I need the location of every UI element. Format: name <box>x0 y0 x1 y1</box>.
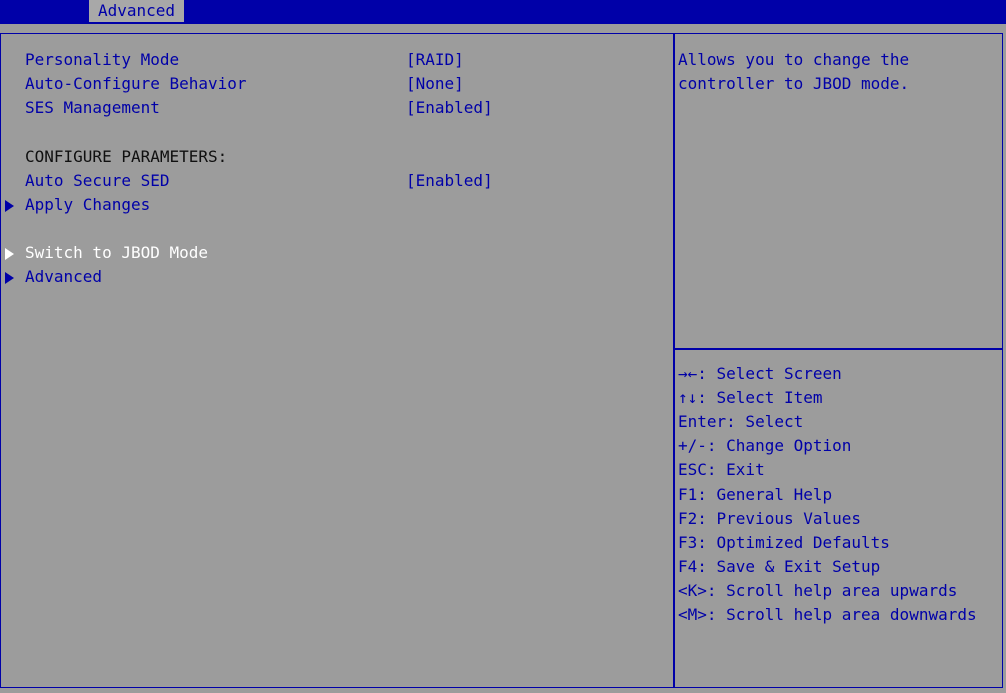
key-help-f3: F3: Optimized Defaults <box>678 533 890 552</box>
auto-configure-behavior-value[interactable]: [None] <box>406 72 464 96</box>
advanced-item[interactable]: Advanced <box>0 265 400 289</box>
key-help-esc: ESC: Exit <box>678 460 765 479</box>
apply-changes-label: Apply Changes <box>25 195 151 214</box>
key-help-f1: F1: General Help <box>678 485 833 504</box>
triangle-right-icon <box>5 200 14 212</box>
advanced-label: Advanced <box>25 267 103 286</box>
ses-management-label[interactable]: SES Management <box>25 96 160 120</box>
key-help-f4: F4: Save & Exit Setup <box>678 557 881 576</box>
configure-parameters-heading: CONFIGURE PARAMETERS: <box>25 147 228 166</box>
help-text-line: Allows you to change the <box>678 50 910 69</box>
key-help-select-screen: →←: Select Screen <box>678 364 842 383</box>
help-text-line: controller to JBOD mode. <box>678 74 910 93</box>
ses-management-value[interactable]: [Enabled] <box>406 96 493 120</box>
triangle-right-icon <box>5 272 14 284</box>
personality-mode-label[interactable]: Personality Mode <box>25 48 179 72</box>
key-help-change-option: +/-: Change Option <box>678 436 852 455</box>
help-divider <box>675 348 1003 350</box>
key-help-enter: Enter: Select <box>678 412 804 431</box>
triangle-right-icon <box>5 248 14 260</box>
top-bar: Advanced <box>0 0 1006 24</box>
auto-configure-behavior-label[interactable]: Auto-Configure Behavior <box>25 72 247 96</box>
apply-changes-item[interactable]: Apply Changes <box>0 193 400 217</box>
key-help-f2: F2: Previous Values <box>678 509 862 528</box>
switch-jbod-mode-label: Switch to JBOD Mode <box>25 243 209 262</box>
panel-divider <box>673 34 675 688</box>
tab-advanced[interactable]: Advanced <box>89 0 185 22</box>
key-help-select-item: ↑↓: Select Item <box>678 388 823 407</box>
switch-jbod-mode-item[interactable]: Switch to JBOD Mode <box>0 241 400 265</box>
auto-secure-sed-label[interactable]: Auto Secure SED <box>25 169 170 193</box>
personality-mode-value[interactable]: [RAID] <box>406 48 464 72</box>
key-help-scroll-up: <K>: Scroll help area upwards <box>678 581 958 600</box>
key-help-scroll-down: <M>: Scroll help area downwards <box>678 605 977 624</box>
auto-secure-sed-value[interactable]: [Enabled] <box>406 169 493 193</box>
